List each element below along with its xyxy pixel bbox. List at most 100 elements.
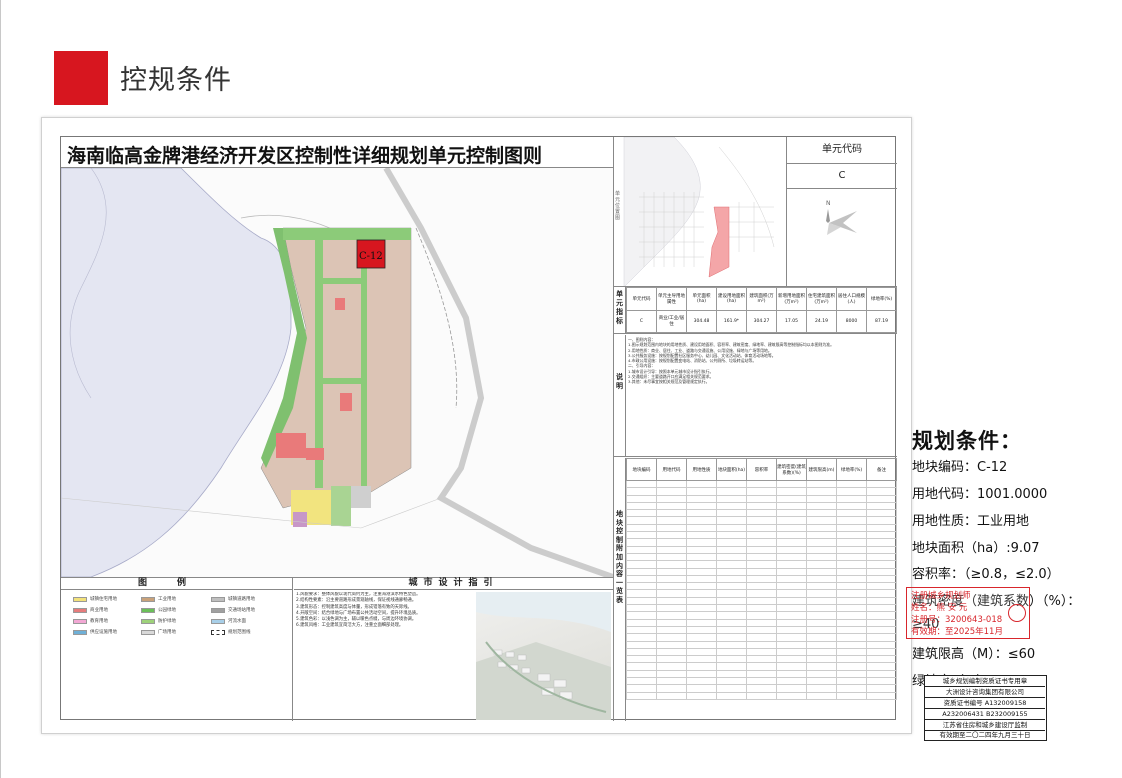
unit-code-header: 单元代码	[787, 137, 897, 164]
legend-item: 河流水面	[211, 616, 246, 626]
table-header-cell: 绿地率(%)	[836, 458, 867, 481]
legend-swatch	[73, 618, 87, 624]
table-cell	[626, 494, 657, 503]
table-cell	[866, 531, 897, 540]
table-cell	[656, 567, 687, 576]
table-cell	[716, 501, 747, 511]
stamp-line: 有效期：至2025年11月	[911, 627, 1003, 637]
table-cell	[686, 691, 717, 700]
notes-line: 3.其他：未尽事宜按相关规范及管理规定执行。	[628, 379, 710, 385]
table-cell	[806, 625, 837, 635]
table-cell	[656, 523, 687, 533]
legend-item: 规划范围线	[211, 627, 251, 637]
table-cell	[626, 604, 657, 613]
unit-code-box: 单元代码 C N	[786, 137, 897, 287]
table-cell	[626, 487, 657, 496]
table-cell	[716, 684, 747, 693]
table-cell	[866, 669, 897, 679]
table-cell	[746, 625, 777, 635]
table-header-cell: 单元面积(ha)	[686, 287, 717, 311]
table-cell	[866, 552, 897, 562]
table-row	[626, 611, 897, 620]
stamp-line: 注册城乡规划师	[911, 591, 971, 601]
table-cell	[716, 604, 747, 613]
table-cell	[776, 647, 807, 657]
table-cell	[836, 494, 867, 503]
table-cell	[866, 582, 897, 591]
table-cell	[776, 589, 807, 598]
table-cell	[866, 684, 897, 693]
table-cell	[716, 567, 747, 576]
table-cell	[746, 509, 777, 518]
table-cell	[686, 479, 717, 489]
table-cell	[866, 604, 897, 613]
table-cell	[746, 691, 777, 700]
legend-swatch	[73, 596, 87, 602]
table-cell	[806, 655, 837, 664]
table-header-cell: 住宅建筑面积(万m²)	[806, 287, 837, 311]
design-guide-panel: 城市设计指引 1.风貌要求：整体风貌以现代简约为主，注重海港滨水特色塑造。 2.…	[294, 578, 613, 721]
table-cell	[746, 611, 777, 620]
svg-text:N: N	[826, 200, 831, 207]
table-row	[626, 589, 897, 598]
table-cell	[746, 684, 777, 693]
unit-indicator-panel: 单元指标 单元代码 单元主导用地属性 单元面积(ha) 建设用地面积(ha) 建…	[614, 287, 897, 334]
table-cell	[746, 560, 777, 569]
table-row	[626, 647, 897, 657]
legend-swatch	[141, 596, 155, 602]
table-cell	[716, 538, 747, 547]
table-cell	[716, 618, 747, 627]
table-cell	[806, 640, 837, 649]
table-cell	[686, 545, 717, 554]
locator-label: 单元位置图	[615, 191, 621, 221]
table-cell	[806, 611, 837, 620]
stamp-line: 有效期至二〇二四年九月三十日	[939, 731, 1031, 739]
legend-item: 防护绿地	[141, 616, 176, 626]
table-cell	[686, 604, 717, 613]
table-header-cell: 备注	[866, 458, 897, 481]
table-cell	[776, 538, 807, 547]
table-cell	[656, 691, 687, 700]
table-header-cell: 容积率	[746, 458, 777, 481]
table-cell	[716, 531, 747, 540]
table-cell	[776, 552, 807, 562]
table-cell	[836, 625, 867, 635]
table-row	[626, 501, 897, 511]
table-row	[626, 567, 897, 576]
table-cell	[686, 523, 717, 533]
table-cell	[626, 582, 657, 591]
section-accent-block	[54, 51, 108, 105]
table-cell	[806, 545, 837, 554]
conditions-title: 规划条件：	[912, 429, 1022, 453]
table-cell	[686, 662, 717, 671]
table-cell	[866, 523, 897, 533]
table-row	[626, 596, 897, 606]
table-cell	[656, 647, 687, 657]
sheet-title: 海南临高金牌港经济开发区控制性详细规划单元控制图则	[67, 145, 543, 167]
table-row	[626, 552, 897, 562]
table-cell	[656, 640, 687, 649]
table-cell	[806, 647, 837, 657]
table-cell: 商业/工业/居住	[656, 309, 687, 333]
table-cell	[836, 633, 867, 642]
table-cell	[836, 501, 867, 511]
stamp-line: A232006431 B232009155	[925, 709, 1045, 720]
table-row	[626, 523, 897, 533]
table-cell	[716, 494, 747, 503]
table-cell	[806, 531, 837, 540]
table-cell	[836, 509, 867, 518]
table-cell	[776, 516, 807, 525]
table-cell	[806, 523, 837, 533]
table-cell	[716, 582, 747, 591]
table-row	[626, 487, 897, 496]
table-cell	[656, 633, 687, 642]
condition-land-code: 用地代码：1001.0000	[912, 487, 1048, 502]
condition-far: 容积率：（≥0.8，≤2.0）	[912, 567, 1060, 582]
table-header-cell: 建设用地面积(ha)	[716, 287, 747, 311]
table-cell	[746, 647, 777, 657]
table-cell	[866, 647, 897, 657]
sheet-frame: 海南临高金牌港经济开发区控制性详细规划单元控制图则 C-12 图例 城镇住宅用地…	[60, 136, 897, 721]
table-cell	[806, 589, 837, 598]
table-cell	[806, 582, 837, 591]
table-cell	[836, 567, 867, 576]
